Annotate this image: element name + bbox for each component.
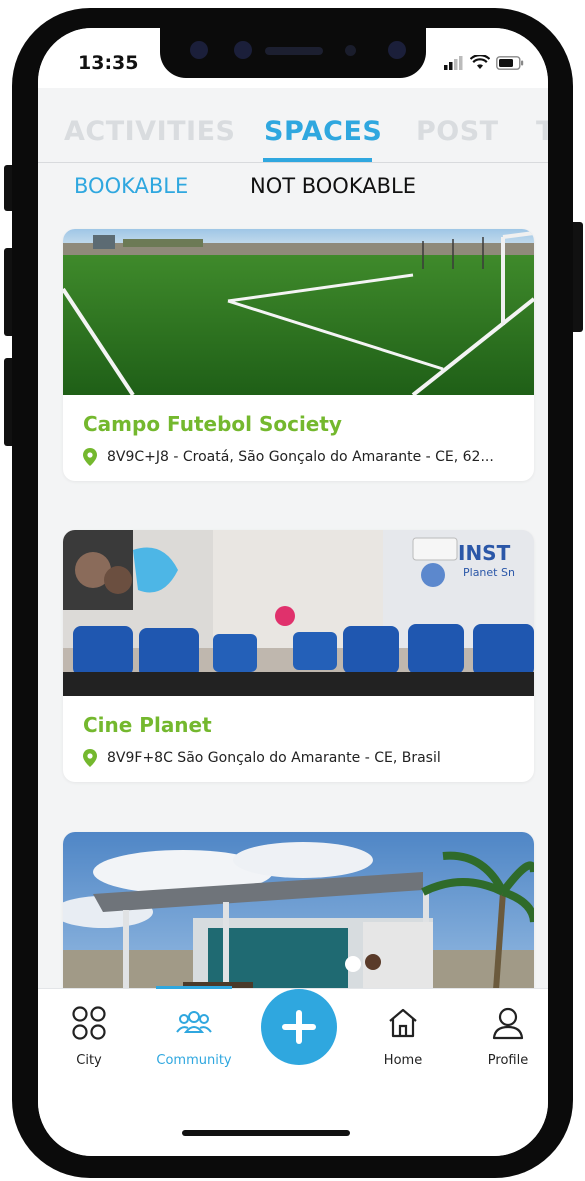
status-time: 13:35 bbox=[78, 52, 139, 74]
status-icons bbox=[444, 55, 524, 70]
nav-label: Home bbox=[383, 1053, 423, 1068]
space-card[interactable]: INST Planet Sn Cine Planet 8V9F+8C São G… bbox=[63, 530, 534, 782]
profile-icon bbox=[492, 1007, 524, 1040]
community-icon bbox=[176, 1011, 212, 1033]
add-button[interactable] bbox=[261, 989, 337, 1065]
speaker bbox=[265, 47, 323, 55]
wifi-icon bbox=[470, 55, 490, 69]
space-title: Campo Futebol Society bbox=[83, 412, 342, 436]
screen: 13:35 ACTIVITIES SPACES POST T BOOKABLE … bbox=[38, 28, 548, 1156]
active-tab-indicator bbox=[263, 158, 372, 162]
space-card[interactable]: Campo Futebol Society 8V9C+J8 - Croatá, … bbox=[63, 229, 534, 481]
nav-label: City bbox=[76, 1053, 102, 1068]
cinema-room-photo: INST Planet Sn bbox=[63, 530, 534, 696]
tab-spaces[interactable]: SPACES bbox=[264, 116, 382, 147]
svg-text:INST: INST bbox=[458, 541, 511, 565]
location-pin-icon bbox=[83, 749, 97, 767]
battery-icon bbox=[496, 55, 524, 70]
sensor-icon bbox=[190, 41, 208, 59]
nav-community[interactable]: Community bbox=[154, 1003, 234, 1068]
space-address: 8V9C+J8 - Croatá, São Gonçalo do Amarant… bbox=[83, 448, 494, 466]
signal-icon bbox=[444, 55, 463, 70]
top-tab-bar: ACTIVITIES SPACES POST TO bbox=[38, 112, 548, 163]
proximity-sensor bbox=[345, 45, 356, 56]
device-frame: 13:35 ACTIVITIES SPACES POST T BOOKABLE … bbox=[0, 0, 585, 1181]
tab-post[interactable]: POST bbox=[416, 116, 499, 147]
nav-city[interactable]: City bbox=[49, 1003, 129, 1068]
space-title: Cine Planet bbox=[83, 713, 212, 737]
nav-home[interactable]: Home bbox=[363, 1003, 443, 1068]
svg-text:Planet Sn: Planet Sn bbox=[463, 566, 515, 579]
tab-to[interactable]: TO bbox=[536, 116, 548, 147]
space-address: 8V9F+8C São Gonçalo do Amarante - CE, Br… bbox=[83, 749, 441, 767]
subtab-not-bookable[interactable]: NOT BOOKABLE bbox=[250, 174, 416, 198]
home-icon bbox=[389, 1008, 417, 1038]
sensor-icon bbox=[234, 41, 252, 59]
nav-label: Community bbox=[156, 1053, 232, 1068]
phone-body: 13:35 ACTIVITIES SPACES POST T BOOKABLE … bbox=[12, 8, 573, 1178]
subtab-bookable[interactable]: BOOKABLE bbox=[74, 174, 188, 198]
space-address-text: 8V9C+J8 - Croatá, São Gonçalo do Amarant… bbox=[107, 449, 494, 465]
space-address-text: 8V9F+8C São Gonçalo do Amarante - CE, Br… bbox=[107, 750, 441, 766]
home-indicator bbox=[182, 1130, 350, 1136]
nav-profile[interactable]: Profile bbox=[468, 1003, 548, 1068]
tab-activities[interactable]: ACTIVITIES bbox=[64, 116, 235, 147]
location-pin-icon bbox=[83, 448, 97, 466]
active-nav-indicator bbox=[156, 986, 232, 989]
nav-label: Profile bbox=[487, 1053, 529, 1068]
front-camera-icon bbox=[388, 41, 406, 59]
soccer-field-photo bbox=[63, 229, 534, 395]
notch bbox=[160, 28, 426, 78]
four-circles-icon bbox=[72, 1006, 106, 1040]
sub-tab-bar: BOOKABLE NOT BOOKABLE bbox=[38, 168, 548, 208]
plus-icon bbox=[282, 1010, 316, 1044]
